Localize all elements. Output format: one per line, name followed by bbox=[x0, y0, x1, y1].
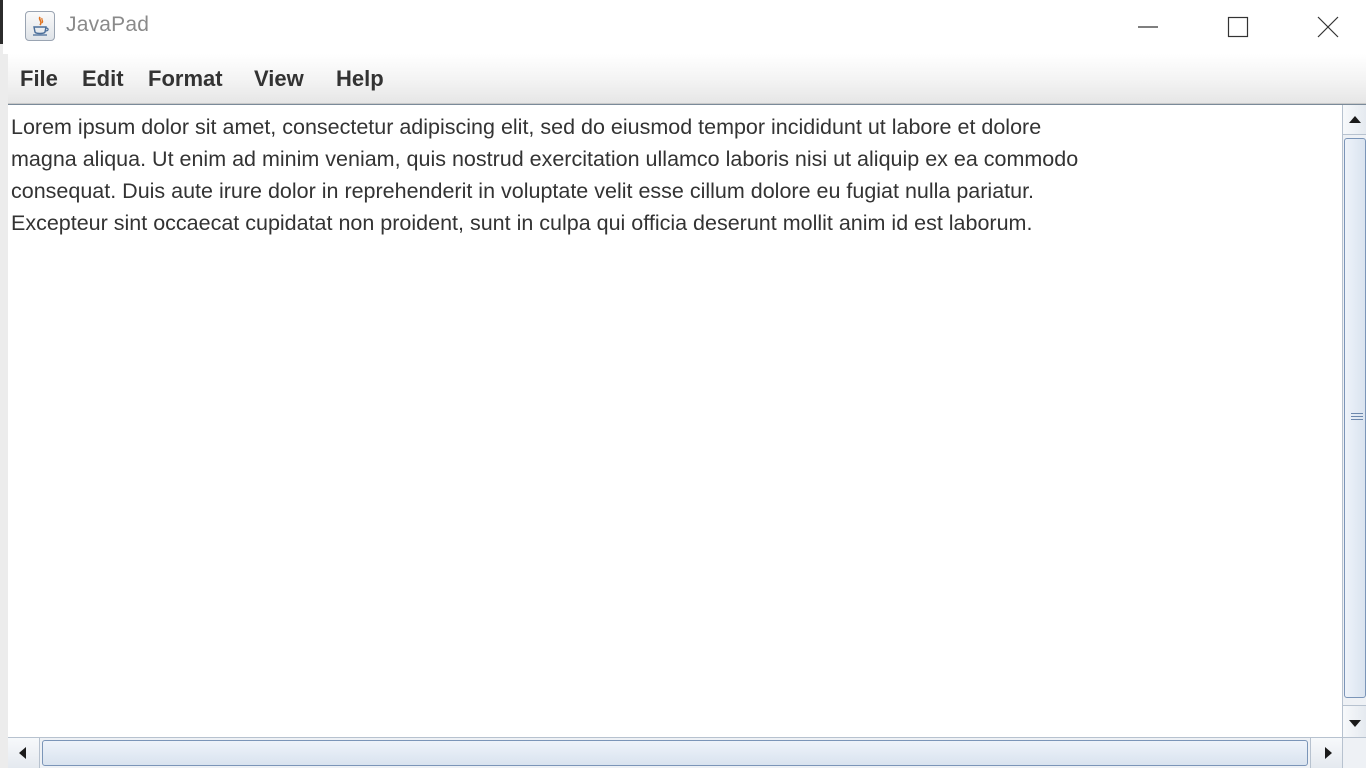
scroll-down-button[interactable] bbox=[1343, 705, 1366, 737]
arrow-right-icon bbox=[1325, 747, 1332, 759]
menu-view[interactable]: View bbox=[254, 66, 304, 92]
scroll-right-button[interactable] bbox=[1310, 738, 1342, 768]
maximize-button[interactable] bbox=[1193, 0, 1283, 54]
minimize-icon bbox=[1138, 26, 1158, 28]
minimize-button[interactable] bbox=[1103, 0, 1193, 54]
arrow-up-icon bbox=[1349, 116, 1361, 123]
grip-icon bbox=[1351, 413, 1363, 422]
horizontal-scroll-thumb[interactable] bbox=[42, 740, 1308, 766]
java-cup-icon bbox=[25, 11, 55, 41]
close-icon bbox=[1317, 16, 1339, 38]
menu-bar: File Edit Format View Help bbox=[8, 54, 1366, 104]
javapad-window: JavaPad File Edit Format View Help Lorem… bbox=[0, 0, 1366, 768]
scroll-left-button[interactable] bbox=[8, 738, 40, 768]
close-button[interactable] bbox=[1283, 0, 1366, 54]
window-left-border bbox=[0, 0, 8, 768]
text-editor[interactable]: Lorem ipsum dolor sit amet, consectetur … bbox=[11, 111, 1331, 733]
scroll-up-button[interactable] bbox=[1343, 105, 1366, 135]
maximize-icon bbox=[1227, 16, 1249, 38]
window-title: JavaPad bbox=[66, 13, 150, 36]
scrollbar-corner bbox=[1342, 737, 1366, 768]
menu-help[interactable]: Help bbox=[336, 66, 384, 92]
vertical-scrollbar[interactable] bbox=[1342, 105, 1366, 737]
horizontal-scrollbar[interactable] bbox=[8, 737, 1342, 768]
arrow-down-icon bbox=[1349, 720, 1361, 727]
title-bar[interactable]: JavaPad bbox=[3, 0, 1366, 54]
menu-edit[interactable]: Edit bbox=[82, 66, 124, 92]
menu-format[interactable]: Format bbox=[148, 66, 223, 92]
menu-file[interactable]: File bbox=[20, 66, 58, 92]
vertical-scroll-thumb[interactable] bbox=[1344, 138, 1366, 698]
editor-scroll-pane: Lorem ipsum dolor sit amet, consectetur … bbox=[8, 104, 1366, 768]
arrow-left-icon bbox=[19, 747, 26, 759]
